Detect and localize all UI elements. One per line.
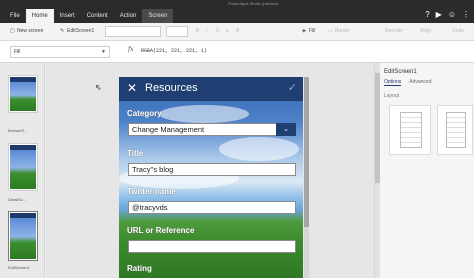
top-icons: ? ▶ ☺ ⋮ bbox=[425, 10, 470, 19]
title-bar: PowerApps Studio (preview) File Home Ins… bbox=[0, 0, 474, 23]
properties-panel: EditScreen1 Options Advanced Layout bbox=[374, 63, 474, 278]
url-input[interactable] bbox=[128, 240, 296, 253]
screen-label-edit: EditScreen1 bbox=[8, 265, 30, 270]
app-title: Resources bbox=[145, 82, 198, 94]
new-screen-icon: ▢ bbox=[10, 28, 15, 34]
screen-name-icon: ✎ bbox=[60, 28, 65, 34]
play-icon[interactable]: ▶ bbox=[436, 10, 442, 19]
panel-tabs: Options Advanced bbox=[384, 79, 431, 86]
layout-option[interactable] bbox=[437, 105, 473, 155]
scrollbar-thumb[interactable] bbox=[304, 77, 309, 227]
align-button[interactable]: Align bbox=[420, 28, 431, 34]
screen-thumbnail-detail[interactable] bbox=[8, 143, 38, 191]
category-dropdown[interactable]: Change Management ⌄ bbox=[128, 123, 296, 136]
title-label: Title bbox=[127, 149, 144, 158]
canvas-scrollbar[interactable] bbox=[304, 77, 309, 278]
property-select[interactable]: Fill ▼ bbox=[10, 46, 110, 58]
ribbon-tabs: File Home Insert Content Action Screen bbox=[4, 9, 174, 23]
tab-content[interactable]: Content bbox=[81, 9, 114, 23]
twitter-input[interactable]: @tracyvds bbox=[128, 201, 296, 214]
window-title: PowerApps Studio (preview) bbox=[228, 1, 279, 6]
rating-label: Rating bbox=[127, 264, 152, 273]
chevron-down-icon: ▼ bbox=[101, 49, 106, 55]
tab-action[interactable]: Action bbox=[114, 9, 143, 23]
font-select[interactable] bbox=[105, 26, 161, 37]
tab-options[interactable]: Options bbox=[384, 79, 402, 86]
screen-label-detail: DetailSc... bbox=[8, 197, 27, 202]
undo-button[interactable]: Undo bbox=[452, 28, 464, 34]
italic-icon[interactable]: / bbox=[206, 28, 207, 34]
app-header: ✕ Resources ✓ bbox=[119, 77, 303, 101]
fill-button[interactable]: Fill bbox=[309, 28, 315, 34]
category-value: Change Management bbox=[132, 125, 205, 134]
screens-panel: BrowseS... DetailSc... EditScreen1 bbox=[0, 63, 45, 278]
ribbon: ▢ New screen ✎ EditScreen1 B / U ≡ A ◈ F… bbox=[0, 23, 474, 41]
chevron-down-icon[interactable]: ⌄ bbox=[276, 123, 296, 136]
panel-scrollbar[interactable] bbox=[375, 63, 380, 278]
url-label: URL or Reference bbox=[127, 226, 195, 235]
font-color-icon[interactable]: A bbox=[236, 28, 239, 34]
fx-icon: fx bbox=[128, 46, 134, 53]
bold-icon[interactable]: B bbox=[196, 28, 199, 34]
reorder-button[interactable]: Reorder bbox=[385, 28, 403, 34]
app-screen[interactable]: ✕ Resources ✓ Category Change Management… bbox=[119, 77, 303, 278]
screen-name-button[interactable]: EditScreen1 bbox=[67, 28, 94, 34]
tab-screen[interactable]: Screen bbox=[142, 9, 174, 23]
twitter-label: Twitter name bbox=[127, 187, 176, 196]
user-icon[interactable]: ☺ bbox=[448, 10, 456, 19]
align-text-icon[interactable]: ≡ bbox=[226, 28, 229, 34]
border-icon: ▭ bbox=[328, 28, 333, 34]
border-button[interactable]: Border bbox=[335, 28, 350, 34]
layout-option[interactable] bbox=[389, 105, 431, 155]
design-canvas[interactable]: ⇖ ✕ Resources ✓ Category Change Manageme… bbox=[46, 63, 374, 278]
tab-advanced[interactable]: Advanced bbox=[409, 79, 431, 86]
underline-icon[interactable]: U bbox=[216, 28, 220, 34]
font-size-select[interactable] bbox=[166, 26, 188, 37]
cloud bbox=[219, 137, 299, 161]
formula-input[interactable]: RGBA(221, 221, 221, 1) bbox=[141, 48, 207, 54]
screen-label-browse: BrowseS... bbox=[8, 128, 28, 133]
fill-icon: ◈ bbox=[302, 28, 306, 34]
panel-title: EditScreen1 bbox=[384, 69, 417, 75]
tab-file[interactable]: File bbox=[4, 9, 26, 23]
cloud bbox=[159, 105, 249, 123]
layout-heading: Layout bbox=[384, 93, 400, 99]
mouse-cursor-icon: ⇖ bbox=[95, 83, 102, 92]
title-input[interactable]: Tracy''s blog bbox=[128, 163, 296, 176]
tab-home[interactable]: Home bbox=[25, 9, 54, 23]
category-label: Category bbox=[127, 109, 162, 118]
help-icon[interactable]: ? bbox=[425, 10, 429, 19]
tab-insert[interactable]: Insert bbox=[54, 9, 81, 23]
property-value: Fill bbox=[14, 49, 21, 55]
check-icon[interactable]: ✓ bbox=[288, 81, 297, 94]
screen-thumbnail-browse[interactable] bbox=[8, 75, 38, 113]
new-screen-button[interactable]: New screen bbox=[17, 28, 43, 34]
screen-thumbnail-edit[interactable] bbox=[8, 211, 38, 261]
close-icon[interactable]: ✕ bbox=[127, 81, 137, 95]
formula-bar: Fill ▼ fx RGBA(221, 221, 221, 1) bbox=[0, 41, 474, 63]
grid-icon[interactable]: ⋮ bbox=[462, 10, 470, 19]
